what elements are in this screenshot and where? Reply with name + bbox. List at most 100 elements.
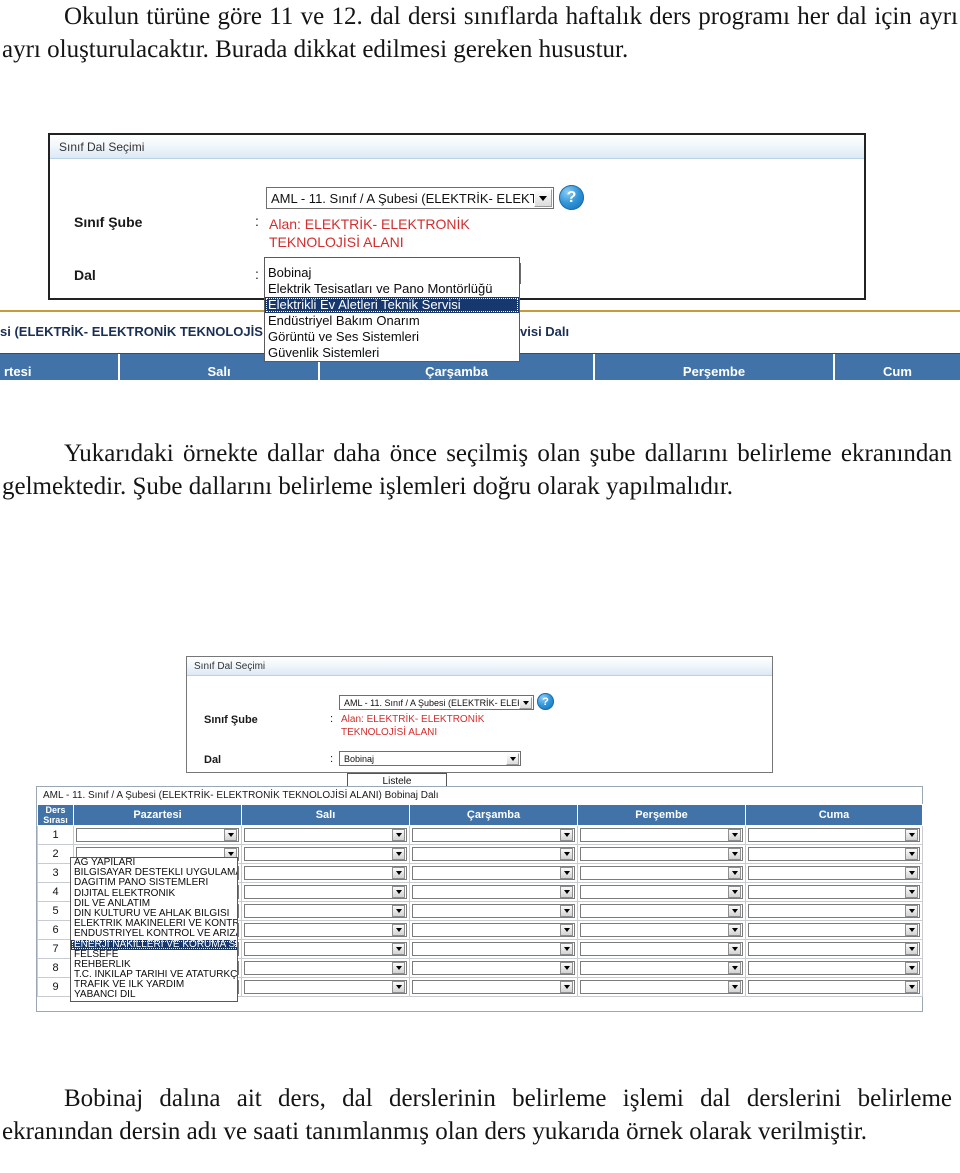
- chevron-down-icon[interactable]: [905, 829, 918, 841]
- lesson-combobox[interactable]: [748, 847, 920, 861]
- lesson-combobox[interactable]: [580, 904, 743, 918]
- lesson-combobox[interactable]: [76, 828, 239, 842]
- chevron-down-icon[interactable]: [728, 981, 741, 993]
- chevron-down-icon[interactable]: [560, 867, 573, 879]
- lesson-combobox[interactable]: [412, 980, 575, 994]
- lesson-combobox[interactable]: [580, 961, 743, 975]
- chevron-down-icon[interactable]: [560, 848, 573, 860]
- chevron-down-icon[interactable]: [905, 924, 918, 936]
- chevron-down-icon[interactable]: [224, 829, 237, 841]
- lesson-combobox[interactable]: [412, 923, 575, 937]
- lesson-combobox[interactable]: [748, 942, 920, 956]
- lesson-combobox[interactable]: [748, 961, 920, 975]
- chevron-down-icon[interactable]: [728, 962, 741, 974]
- chevron-down-icon[interactable]: [560, 924, 573, 936]
- dal-combobox-two[interactable]: Bobinaj: [339, 751, 521, 766]
- lesson-combobox[interactable]: [748, 885, 920, 899]
- chevron-down-icon[interactable]: [905, 867, 918, 879]
- lesson-combobox[interactable]: [748, 923, 920, 937]
- lesson-combobox[interactable]: [580, 828, 743, 842]
- chevron-down-icon[interactable]: [392, 848, 405, 860]
- lesson-combobox[interactable]: [244, 847, 407, 861]
- lesson-combobox[interactable]: [748, 866, 920, 880]
- lesson-combobox[interactable]: [412, 961, 575, 975]
- lesson-combobox[interactable]: [244, 980, 407, 994]
- chevron-down-icon[interactable]: [392, 886, 405, 898]
- chevron-down-icon[interactable]: [560, 981, 573, 993]
- lesson-combobox[interactable]: [412, 885, 575, 899]
- chevron-down-icon[interactable]: [560, 886, 573, 898]
- lesson-combobox[interactable]: [412, 828, 575, 842]
- dal-dropdown-list-one[interactable]: Bobinaj Elektrik Tesisatları ve Pano Mon…: [264, 257, 520, 362]
- dal-option[interactable]: Endüstriyel Bakım Onarım: [265, 313, 519, 329]
- chevron-down-icon[interactable]: [392, 924, 405, 936]
- chevron-down-icon[interactable]: [728, 829, 741, 841]
- dal-option-selected[interactable]: Elektrikli Ev Aletleri Teknik Servisi: [265, 297, 519, 313]
- chevron-down-icon[interactable]: [519, 696, 532, 709]
- chevron-down-icon[interactable]: [728, 848, 741, 860]
- chevron-down-icon[interactable]: [728, 943, 741, 955]
- lesson-option[interactable]: REHBERLİK: [71, 960, 237, 970]
- lesson-option[interactable]: FELSEFE: [71, 950, 237, 960]
- lesson-combobox[interactable]: [244, 923, 407, 937]
- lesson-combobox[interactable]: [748, 904, 920, 918]
- chevron-down-icon[interactable]: [728, 867, 741, 879]
- lesson-combobox[interactable]: [580, 980, 743, 994]
- lesson-option[interactable]: YABANCI DİL: [71, 990, 237, 1000]
- lesson-combobox[interactable]: [412, 904, 575, 918]
- chevron-down-icon[interactable]: [905, 886, 918, 898]
- lesson-option[interactable]: DAĞITIM PANO SİSTEMLERİ: [71, 878, 237, 888]
- chevron-down-icon[interactable]: [905, 981, 918, 993]
- help-icon-one[interactable]: ?: [559, 185, 584, 210]
- chevron-down-icon[interactable]: [560, 905, 573, 917]
- help-icon-two[interactable]: ?: [537, 693, 554, 710]
- chevron-down-icon[interactable]: [392, 867, 405, 879]
- lesson-combobox[interactable]: [580, 866, 743, 880]
- lesson-combobox[interactable]: [580, 923, 743, 937]
- chevron-down-icon[interactable]: [905, 962, 918, 974]
- lesson-combobox[interactable]: [580, 847, 743, 861]
- chevron-down-icon[interactable]: [728, 886, 741, 898]
- lesson-combobox[interactable]: [748, 980, 920, 994]
- chevron-down-icon[interactable]: [728, 905, 741, 917]
- chevron-down-icon[interactable]: [392, 981, 405, 993]
- lesson-option-selected[interactable]: ENERJİ NAKİLLERİ VE KORUMA SİSTEML: [71, 939, 237, 950]
- dal-option[interactable]: Bobinaj: [265, 265, 519, 281]
- chevron-down-icon[interactable]: [905, 905, 918, 917]
- lesson-combobox[interactable]: [580, 942, 743, 956]
- lesson-combobox[interactable]: [244, 904, 407, 918]
- sinif-sube-combobox-one[interactable]: AML - 11. Sınıf / A Şubesi (ELEKTRİK- EL…: [266, 187, 554, 209]
- lesson-option[interactable]: BİLGİSAYAR DESTEKLİ UYGULAMALAR: [71, 868, 237, 878]
- chevron-down-icon[interactable]: [905, 943, 918, 955]
- chevron-down-icon[interactable]: [905, 848, 918, 860]
- lesson-option[interactable]: ENDÜSTRİYEL KONTROL VE ARIZA ANALİ: [71, 929, 237, 939]
- lesson-dropdown-list[interactable]: AĞ YAPILARIBİLGİSAYAR DESTEKLİ UYGULAMAL…: [70, 857, 238, 1002]
- lesson-combobox[interactable]: [244, 885, 407, 899]
- chevron-down-icon[interactable]: [560, 943, 573, 955]
- lesson-option[interactable]: T.C. İNKILÂP TARİHİ VE ATATÜRKÇÜLÜK: [71, 970, 237, 980]
- lesson-option[interactable]: ELEKTRİK MAKİNELERİ VE KONTROL: [71, 919, 237, 929]
- chevron-down-icon[interactable]: [392, 829, 405, 841]
- chevron-down-icon[interactable]: [392, 962, 405, 974]
- dal-option[interactable]: Görüntü ve Ses Sistemleri: [265, 329, 519, 345]
- lesson-combobox[interactable]: [244, 866, 407, 880]
- chevron-down-icon[interactable]: [392, 905, 405, 917]
- lesson-option[interactable]: DİL VE ANLATIM: [71, 899, 237, 909]
- lesson-combobox[interactable]: [244, 961, 407, 975]
- chevron-down-icon[interactable]: [392, 943, 405, 955]
- dal-option[interactable]: Güvenlik Sistemleri: [265, 345, 519, 361]
- chevron-down-icon[interactable]: [560, 829, 573, 841]
- lesson-option[interactable]: AĞ YAPILARI: [71, 858, 237, 868]
- lesson-combobox[interactable]: [748, 828, 920, 842]
- lesson-option[interactable]: TRAFİK VE İLK YARDIM: [71, 980, 237, 990]
- lesson-combobox[interactable]: [244, 942, 407, 956]
- lesson-combobox[interactable]: [412, 942, 575, 956]
- chevron-down-icon[interactable]: [534, 189, 552, 207]
- chevron-down-icon[interactable]: [560, 962, 573, 974]
- chevron-down-icon[interactable]: [506, 752, 519, 765]
- dal-option[interactable]: Elektrik Tesisatları ve Pano Montörlüğü: [265, 281, 519, 297]
- lesson-combobox[interactable]: [244, 828, 407, 842]
- lesson-combobox[interactable]: [580, 885, 743, 899]
- lesson-option[interactable]: DİJİTAL ELEKTRONİK: [71, 889, 237, 899]
- chevron-down-icon[interactable]: [728, 924, 741, 936]
